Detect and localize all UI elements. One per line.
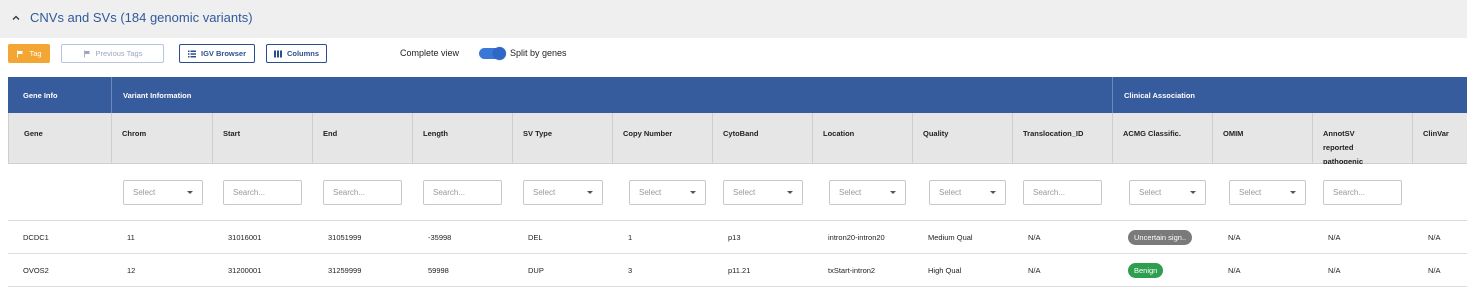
cell-translocation-id: N/A — [1028, 266, 1041, 275]
length-search-input[interactable]: Search... — [423, 180, 502, 205]
location-select[interactable]: Select — [829, 180, 906, 205]
cytoband-select[interactable]: Select — [723, 180, 803, 205]
cell-clinvar: N/A — [1428, 233, 1441, 242]
cell-length: -35998 — [428, 233, 452, 242]
cell-clinvar: N/A — [1428, 266, 1441, 275]
previous-tags-label: Previous Tags — [95, 49, 143, 58]
table-row[interactable]: DCDC1 11 31016001 31051999 -35998 DEL 1 … — [8, 221, 1467, 254]
section-header[interactable]: CNVs and SVs (184 genomic variants) — [0, 0, 1467, 38]
chevron-up-icon[interactable] — [11, 13, 21, 23]
table-row[interactable]: OVOS2 12 31200001 31259999 59998 DUP 3 p… — [8, 254, 1467, 287]
cell-quality: High Qual — [928, 266, 962, 275]
split-by-genes-label[interactable]: Split by genes — [510, 48, 567, 58]
column-header-quality[interactable]: Quality — [913, 113, 1013, 164]
cell-quality: Medium Qual — [928, 233, 973, 242]
toolbar: Tag Previous Tags IGV Browser Columns Co… — [0, 38, 1467, 76]
column-header-start[interactable]: Start — [213, 113, 313, 164]
column-header-copy-number[interactable]: Copy Number — [613, 113, 713, 164]
acmg-select[interactable]: Select — [1129, 180, 1206, 205]
copy-number-select[interactable]: Select — [629, 180, 706, 205]
column-group-row: Gene Info Variant Information Clinical A… — [8, 77, 1467, 113]
group-clinical-association: Clinical Association — [1124, 91, 1195, 100]
translocation-id-search-input[interactable]: Search... — [1023, 180, 1102, 205]
column-header-gene[interactable]: Gene — [8, 113, 112, 164]
tag-button[interactable]: Tag — [8, 44, 50, 63]
cell-cytoband: p11.21 — [728, 266, 751, 275]
cell-sv-type: DEL — [528, 233, 543, 242]
cell-translocation-id: N/A — [1028, 233, 1041, 242]
caret-down-icon — [890, 191, 896, 194]
filter-row: Select Search... Search... Search... Sel… — [8, 164, 1467, 221]
column-header-end[interactable]: End — [313, 113, 413, 164]
flag-icon — [83, 50, 90, 57]
cell-start: 31200001 — [228, 266, 262, 275]
cell-copy-number: 1 — [628, 233, 633, 242]
caret-down-icon — [1290, 191, 1296, 194]
column-header-location[interactable]: Location — [813, 113, 913, 164]
caret-down-icon — [990, 191, 996, 194]
cell-chrom: 12 — [127, 266, 136, 275]
start-search-input[interactable]: Search... — [223, 180, 302, 205]
cell-annotsv: N/A — [1328, 266, 1341, 275]
section-title: CNVs and SVs (184 genomic variants) — [30, 10, 253, 25]
column-header-clinvar[interactable]: ClinVar — [1413, 113, 1467, 164]
acmg-badge[interactable]: Benign — [1128, 263, 1164, 278]
group-variant-information: Variant Information — [112, 77, 1113, 113]
toggle-knob — [493, 46, 506, 60]
igv-browser-label: IGV Browser — [200, 49, 246, 58]
column-header-acmg[interactable]: ACMG Classific. — [1113, 113, 1213, 164]
columns-icon — [273, 50, 282, 57]
variants-table: Gene Info Variant Information Clinical A… — [8, 77, 1467, 289]
view-toggle[interactable] — [479, 46, 506, 60]
column-header-chrom[interactable]: Chrom — [112, 113, 213, 164]
cell-omim: N/A — [1228, 266, 1241, 275]
omim-select[interactable]: Select — [1229, 180, 1306, 205]
cell-end: 31259999 — [328, 266, 362, 275]
column-header-length[interactable]: Length — [413, 113, 513, 164]
column-header-cytoband[interactable]: CytoBand — [713, 113, 813, 164]
tag-button-label: Tag — [29, 49, 42, 58]
cell-location: txStart-intron2 — [828, 266, 876, 275]
group-gene-info: Gene Info — [8, 77, 112, 113]
previous-tags-button[interactable]: Previous Tags — [61, 44, 164, 63]
end-search-input[interactable]: Search... — [323, 180, 402, 205]
annotsv-search-input[interactable]: Search... — [1323, 180, 1402, 205]
flag-icon — [17, 50, 24, 57]
column-header-sv-type[interactable]: SV Type — [513, 113, 613, 164]
igv-browser-button[interactable]: IGV Browser — [179, 44, 255, 63]
acmg-badge[interactable]: Uncertain sign.. — [1128, 230, 1193, 245]
caret-down-icon — [187, 191, 193, 194]
cell-gene: DCDC1 — [23, 233, 49, 242]
cell-annotsv: N/A — [1328, 233, 1341, 242]
cell-chrom: 11 — [127, 233, 135, 242]
complete-view-label[interactable]: Complete view — [400, 48, 459, 58]
cell-location: intron20-intron20 — [828, 233, 885, 242]
caret-down-icon — [787, 191, 793, 194]
cell-omim: N/A — [1228, 233, 1241, 242]
quality-select[interactable]: Select — [929, 180, 1006, 205]
cell-acmg: Uncertain sign.. — [1113, 221, 1193, 254]
chrom-select[interactable]: Select — [123, 180, 203, 205]
list-icon — [187, 50, 196, 57]
cell-length: 59998 — [428, 266, 449, 275]
caret-down-icon — [690, 191, 696, 194]
column-header-annotsv[interactable]: AnnotSV reported pathogenic — [1313, 113, 1413, 166]
column-header-omim[interactable]: OMIM — [1213, 113, 1313, 164]
caret-down-icon — [1190, 191, 1196, 194]
cell-acmg: Benign — [1113, 254, 1164, 287]
column-header-row: Gene Chrom Start End Length SV Type Copy… — [8, 113, 1467, 166]
cell-gene: OVOS2 — [23, 266, 49, 275]
column-header-translocation-id[interactable]: Translocation_ID — [1013, 113, 1113, 164]
cell-start: 31016001 — [228, 233, 262, 242]
cell-sv-type: DUP — [528, 266, 544, 275]
caret-down-icon — [587, 191, 593, 194]
cell-cytoband: p13 — [728, 233, 741, 242]
columns-label: Columns — [286, 49, 320, 58]
cell-end: 31051999 — [328, 233, 362, 242]
columns-button[interactable]: Columns — [266, 44, 327, 63]
sv-type-select[interactable]: Select — [523, 180, 603, 205]
cell-copy-number: 3 — [628, 266, 633, 275]
